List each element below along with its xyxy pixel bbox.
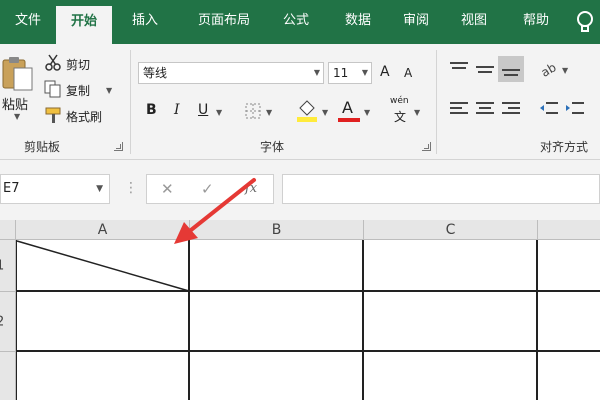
fill-color-dropdown-icon[interactable]: ▼ [322,108,328,117]
italic-button[interactable]: I [174,102,180,118]
name-box-value: E7 [3,181,20,196]
tab-home[interactable]: 开始 [56,6,112,44]
cell-b1[interactable] [190,240,364,292]
fill-color-icon[interactable] [296,98,318,122]
ribbon-tab-bar: 文件 开始 插入 页面布局 公式 数据 审阅 视图 帮助 [0,0,600,44]
decrease-font-icon[interactable]: A [404,66,412,80]
row-header-3[interactable] [0,352,16,400]
name-box-dropdown-icon[interactable]: ▼ [96,175,103,203]
tab-view[interactable]: 视图 [448,0,500,44]
underline-dropdown-icon[interactable]: ▼ [216,108,222,117]
font-group-label: 字体 [260,140,285,154]
help-bulb-icon[interactable] [574,10,596,36]
cut-label[interactable]: 剪切 [66,56,90,73]
align-bottom-button[interactable] [498,56,524,82]
select-all-corner[interactable] [0,220,16,240]
column-header-b[interactable]: B [190,220,364,240]
phonetic-char-label[interactable]: 文 [394,108,406,125]
tab-page-layout[interactable]: 页面布局 [182,0,266,44]
paste-label[interactable]: 粘贴 [2,94,28,113]
cell-c3[interactable] [364,352,538,400]
copy-dropdown-icon[interactable]: ▼ [106,86,112,95]
row-header-2[interactable]: 2 [0,292,16,352]
svg-text:ab: ab [539,60,559,78]
font-size-dropdown-icon[interactable]: ▼ [362,63,368,83]
paste-icon[interactable] [2,56,34,92]
increase-font-icon[interactable]: A [380,64,390,80]
orientation-dropdown-icon[interactable]: ▼ [562,66,568,75]
column-header-a[interactable]: A [16,220,190,240]
cell-b3[interactable] [190,352,364,400]
cell-d2[interactable] [538,292,600,352]
decrease-indent-icon[interactable] [538,100,560,118]
tab-formulas[interactable]: 公式 [272,0,320,44]
underline-button[interactable]: U [198,102,208,118]
tab-review[interactable]: 审阅 [392,0,440,44]
cell-a2[interactable] [16,292,190,352]
cut-icon[interactable] [44,54,62,72]
cancel-icon[interactable]: ✕ [161,180,174,198]
tab-help[interactable]: 帮助 [512,0,560,44]
tab-file[interactable]: 文件 [0,0,56,44]
clipboard-group-label: 剪贴板 [24,140,61,154]
enter-icon[interactable]: ✓ [201,180,214,198]
cell-b2[interactable] [190,292,364,352]
format-painter-label[interactable]: 格式刷 [66,108,102,125]
column-header-c[interactable]: C [364,220,538,240]
row-header-1[interactable]: 1 [0,240,16,292]
formula-buttons: ✕ ✓ fx [146,174,274,204]
formula-bar: E7 ▼ ⋮ ✕ ✓ fx [0,160,600,220]
border-dropdown-icon[interactable]: ▼ [266,108,272,117]
tab-data[interactable]: 数据 [332,0,384,44]
paste-dropdown-icon[interactable]: ▼ [14,112,20,121]
cell-c2[interactable] [364,292,538,352]
format-painter-icon[interactable] [44,106,64,124]
font-dialog-launcher-icon[interactable] [422,142,431,151]
align-top-icon[interactable] [448,60,470,78]
clipboard-dialog-launcher-icon[interactable] [114,142,123,151]
cell-d3[interactable] [538,352,600,400]
copy-label[interactable]: 复制 [66,82,90,99]
cell-c1[interactable] [364,240,538,292]
phonetic-dropdown-icon[interactable]: ▼ [414,108,420,117]
align-left-icon[interactable] [448,100,470,118]
cell-a3[interactable] [16,352,190,400]
font-name-value: 等线 [143,66,168,80]
group-separator [130,50,131,154]
font-color-dropdown-icon[interactable]: ▼ [364,108,370,117]
increase-indent-icon[interactable] [564,100,586,118]
cell-a1[interactable] [16,240,190,292]
font-size-combo[interactable]: 11 ▼ [328,62,372,84]
group-separator [436,50,437,154]
orientation-icon[interactable]: ab [538,58,560,78]
formula-bar-grip-icon: ⋮ [124,180,138,196]
ribbon: 粘贴 ▼ 剪切 复制 ▼ 格式刷 剪贴板 等线 ▼ 11 ▼ A A B I U… [0,44,600,160]
column-header-d[interactable] [538,220,600,240]
tab-insert[interactable]: 插入 [118,0,172,44]
align-middle-icon[interactable] [474,60,496,78]
align-right-icon[interactable] [500,100,522,118]
font-color-button[interactable]: A [342,98,353,117]
formula-input[interactable] [282,174,600,204]
border-icon[interactable] [244,102,262,120]
align-center-icon[interactable] [474,100,496,118]
font-size-value: 11 [333,66,349,80]
font-name-combo[interactable]: 等线 ▼ [138,62,324,84]
insert-function-icon[interactable]: fx [245,181,257,196]
alignment-group-label: 对齐方式 [540,140,589,154]
bold-button[interactable]: B [146,102,157,118]
phonetic-pinyin-label[interactable]: wén [390,96,409,106]
font-name-dropdown-icon[interactable]: ▼ [314,63,320,83]
font-color-bar [338,118,360,122]
cell-d1[interactable] [538,240,600,292]
name-box[interactable]: E7 ▼ [0,174,110,204]
copy-icon[interactable] [44,80,62,98]
